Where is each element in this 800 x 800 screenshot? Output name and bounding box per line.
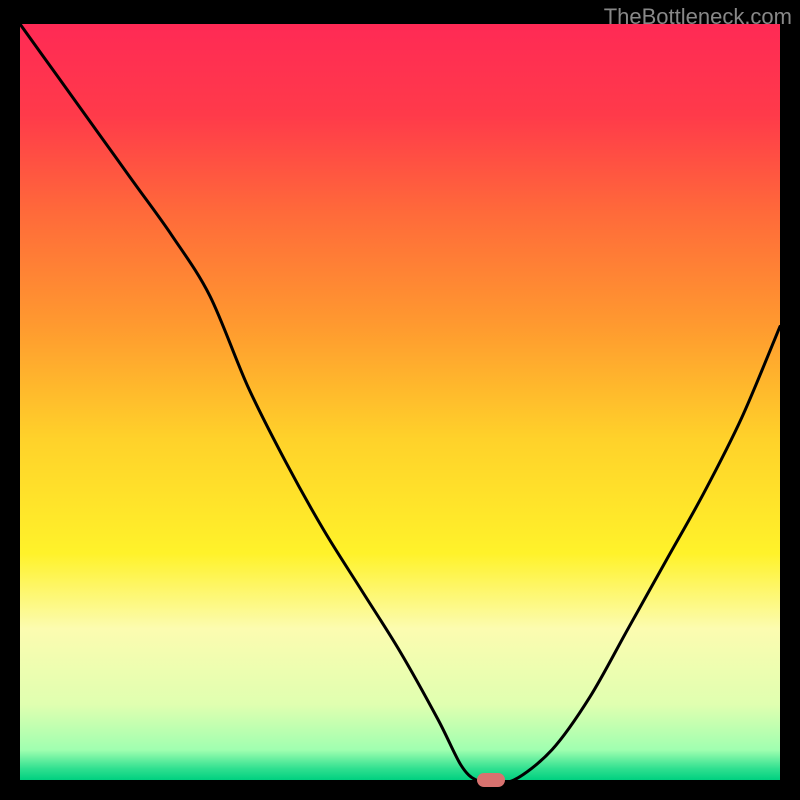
chart-plot-area [20,24,780,780]
chart-marker [477,773,505,787]
chart-background [20,24,780,780]
watermark-text: TheBottleneck.com [604,4,792,30]
chart-svg [20,24,780,780]
